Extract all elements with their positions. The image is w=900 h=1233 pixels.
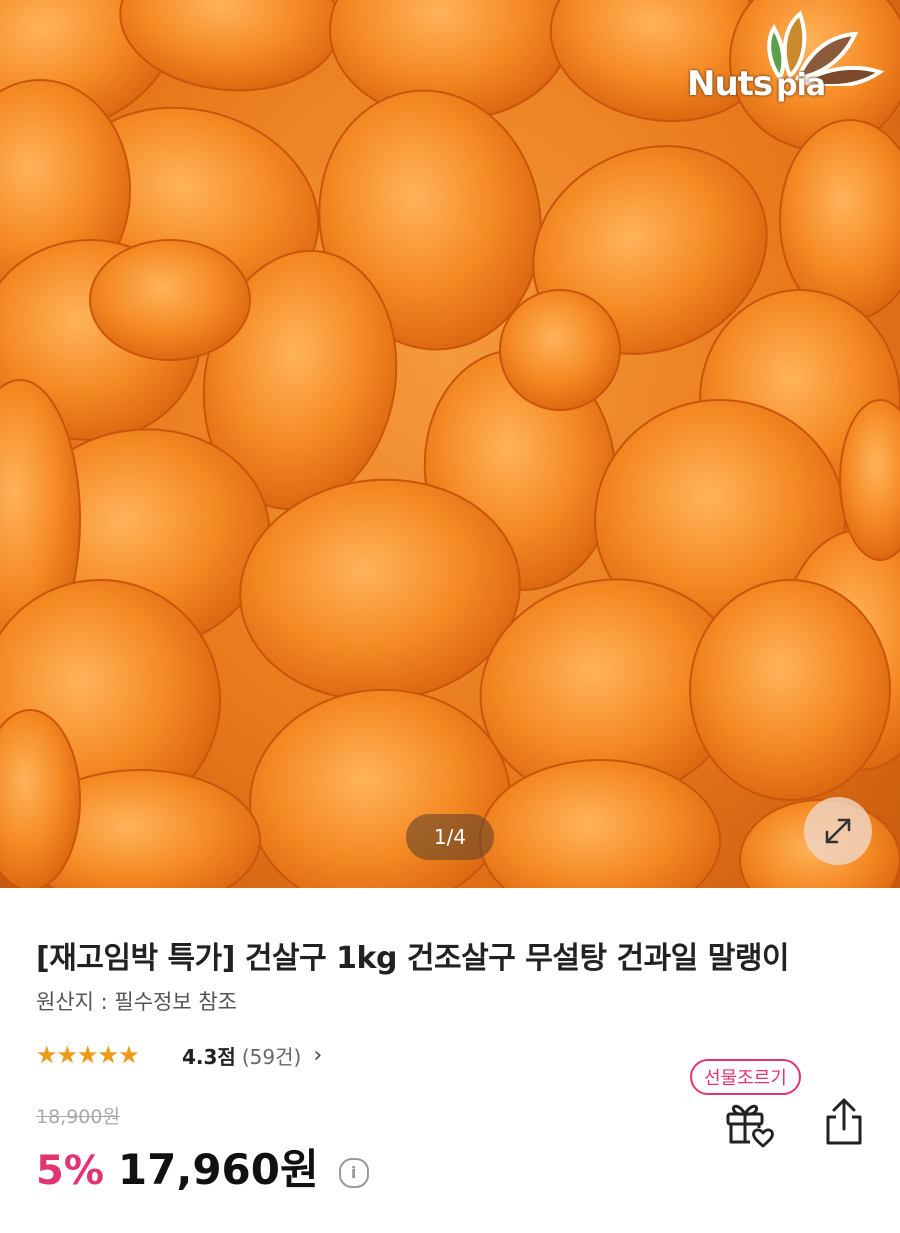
- share-icon: [826, 1098, 862, 1145]
- chevron-right-icon: ›: [313, 1042, 323, 1068]
- review-count: (59건): [241, 1044, 302, 1069]
- gift-request-badge[interactable]: 선물조르기: [690, 1059, 801, 1095]
- expand-arrows-icon: [825, 818, 851, 844]
- product-title: [재고임박 특가] 건살구 1kg 건조살구 무설탕 건과일 말랭이: [36, 941, 790, 976]
- gift-button[interactable]: [720, 1094, 776, 1154]
- star-fill: ★★★★★: [36, 1042, 140, 1068]
- apricot-shape: [479, 759, 721, 888]
- share-button[interactable]: [820, 1097, 868, 1153]
- discount-rate: 5%: [36, 1148, 104, 1194]
- brand-logo: Nuts pia: [682, 6, 892, 116]
- product-image-gallery[interactable]: Nuts pia 1/4: [0, 0, 900, 888]
- original-price: 18,900원: [36, 1106, 120, 1128]
- brand-name-nuts: Nuts: [687, 64, 773, 104]
- price-row: 5% 17,960원 i: [36, 1136, 369, 1197]
- gift-heart-icon: [726, 1104, 774, 1148]
- price-info-icon[interactable]: i: [338, 1157, 369, 1188]
- rating-score: 4.3점: [182, 1044, 236, 1069]
- brand-name-pia: pia: [776, 68, 826, 103]
- sale-price: 17,960원: [117, 1145, 319, 1194]
- apricot-shape: [689, 579, 891, 801]
- apricot-shape: [89, 239, 251, 361]
- product-origin: 원산지 : 필수정보 참조: [36, 990, 237, 1014]
- image-counter: 1/4: [406, 814, 494, 860]
- rating-stars: ★★★★★ ★★★★★: [36, 1042, 164, 1068]
- dried-apricots-photo: [0, 0, 900, 888]
- apricot-shape: [499, 289, 621, 411]
- expand-image-button[interactable]: [804, 797, 872, 865]
- rating-summary[interactable]: ★★★★★ ★★★★★ 4.3점 (59건) ›: [36, 1038, 322, 1072]
